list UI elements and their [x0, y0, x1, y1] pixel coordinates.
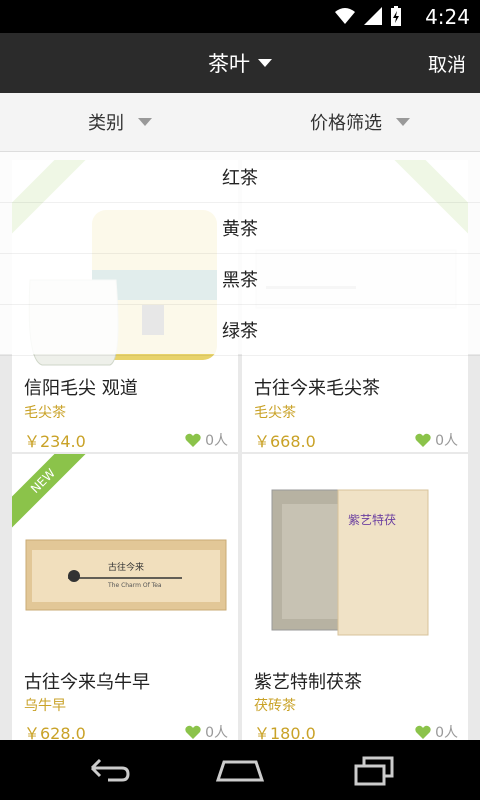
product-name: 古往今来毛尖茶 [254, 378, 380, 399]
product-name: 古往今来乌牛早 [24, 672, 150, 693]
signal-icon [364, 7, 382, 25]
like-count[interactable]: 0人 [185, 722, 228, 740]
like-count-text: 0人 [435, 433, 458, 449]
product-image: 紫艺特茯 [242, 454, 468, 664]
cancel-button[interactable]: 取消 [428, 33, 466, 93]
dropdown-item-green-tea[interactable]: 绿茶 [0, 305, 480, 356]
product-image: 古往今来 The Charm Of Tea NEW [12, 454, 238, 664]
home-icon [215, 760, 265, 782]
status-time: 4:24 [425, 5, 470, 29]
product-name: 紫艺特制茯茶 [254, 672, 362, 693]
back-button[interactable] [78, 754, 138, 786]
product-name: 信阳毛尖 观道 [24, 378, 138, 399]
heart-icon [415, 725, 431, 739]
filter-bar: 类别 价格筛选 [0, 93, 480, 152]
product-category: 乌牛早 [24, 698, 66, 714]
heart-icon [185, 433, 201, 447]
like-count-text: 0人 [205, 433, 228, 449]
status-icons [334, 6, 402, 26]
heart-icon [185, 725, 201, 739]
home-button[interactable] [210, 754, 270, 786]
recent-apps-button[interactable] [344, 754, 404, 786]
category-filter-label: 类别 [88, 113, 124, 134]
price-filter[interactable]: 价格筛选 [240, 93, 480, 151]
like-count-text: 0人 [435, 725, 458, 740]
chevron-down-icon [396, 118, 410, 126]
status-bar: 4:24 [0, 0, 480, 33]
title-dropdown[interactable]: 茶叶 [0, 33, 480, 93]
dropdown-item-dark-tea[interactable]: 黑茶 [0, 254, 480, 305]
dropdown-item-black-tea[interactable]: 红茶 [0, 152, 480, 203]
product-price: ￥668.0 [254, 432, 316, 451]
product-category: 毛尖茶 [254, 405, 296, 421]
like-count[interactable]: 0人 [415, 430, 458, 450]
product-card[interactable]: 古往今来 The Charm Of Tea NEW 古往今来乌牛早 乌牛早 ￥6… [12, 454, 238, 740]
product-price: ￥234.0 [24, 432, 86, 451]
category-dropdown-menu: 红茶 黄茶 黑茶 绿茶 [0, 152, 480, 356]
price-filter-label: 价格筛选 [310, 113, 382, 134]
chevron-down-icon [138, 118, 152, 126]
heart-icon [415, 433, 431, 447]
box-sub-text: The Charm Of Tea [108, 582, 162, 589]
like-count[interactable]: 0人 [415, 722, 458, 740]
product-price: ￥628.0 [24, 724, 86, 740]
like-count[interactable]: 0人 [185, 430, 228, 450]
wifi-icon [335, 8, 355, 24]
back-icon [90, 758, 130, 782]
page-title: 茶叶 [208, 52, 250, 76]
box-brand-text: 紫艺特茯 [348, 513, 397, 527]
product-category: 毛尖茶 [24, 405, 66, 421]
battery-icon [391, 6, 401, 26]
category-filter[interactable]: 类别 [0, 93, 240, 151]
app-bar: 茶叶 取消 [0, 33, 480, 93]
recent-apps-icon [354, 756, 394, 786]
dropdown-item-yellow-tea[interactable]: 黄茶 [0, 203, 480, 254]
system-nav-bar [0, 740, 480, 800]
product-price: ￥180.0 [254, 724, 316, 740]
box-brand-text: 古往今来 [108, 563, 145, 573]
caret-down-icon [258, 59, 272, 67]
like-count-text: 0人 [205, 725, 228, 740]
product-card[interactable]: 紫艺特茯 紫艺特制茯茶 茯砖茶 ￥180.0 0人 [242, 454, 468, 740]
product-category: 茯砖茶 [254, 698, 296, 714]
